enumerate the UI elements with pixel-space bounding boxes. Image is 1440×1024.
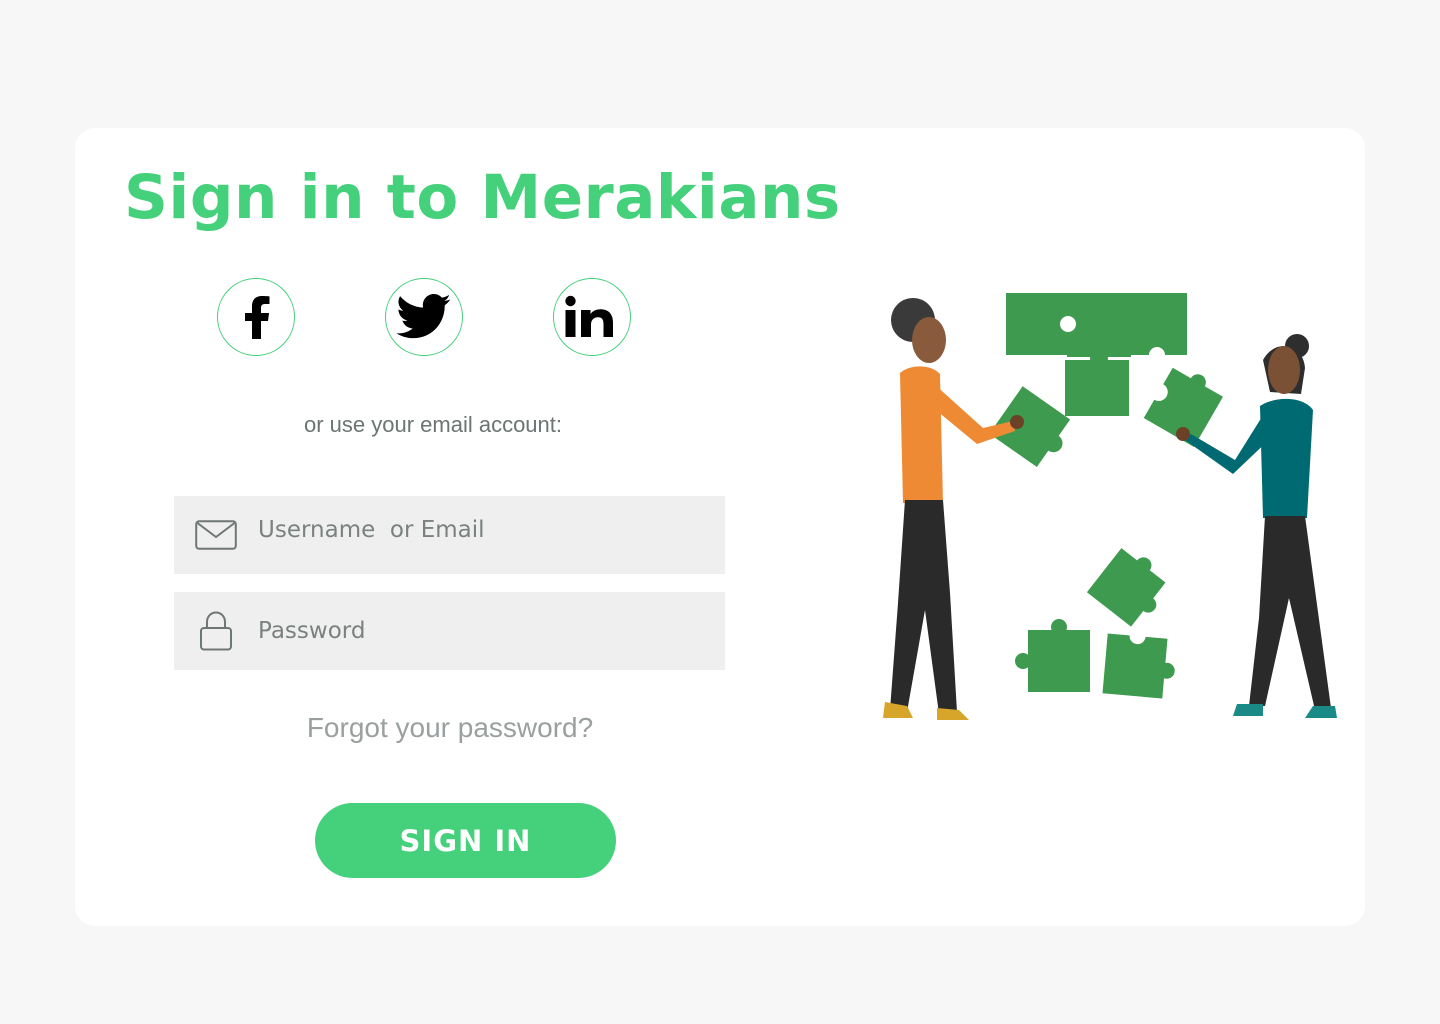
sign-in-button[interactable]: SIGN IN bbox=[315, 803, 616, 878]
linkedin-icon bbox=[565, 295, 613, 337]
username-input[interactable] bbox=[258, 500, 698, 560]
person-left bbox=[883, 298, 1024, 720]
people-assembling-puzzle-illustration bbox=[883, 293, 1337, 720]
puzzle-pieces-floor bbox=[1015, 548, 1175, 699]
facebook-icon bbox=[245, 296, 270, 339]
page-title: Sign in to Merakians bbox=[124, 162, 841, 233]
username-field[interactable] bbox=[174, 496, 725, 574]
password-input[interactable] bbox=[258, 601, 698, 661]
twitter-icon bbox=[396, 294, 451, 339]
password-field[interactable] bbox=[174, 592, 725, 670]
email-divider-text: or use your email account: bbox=[303, 412, 563, 437]
twitter-button[interactable] bbox=[385, 278, 463, 356]
mail-icon bbox=[174, 496, 258, 574]
signin-card: Sign in to Merakians or use your email a… bbox=[75, 128, 1365, 926]
linkedin-button[interactable] bbox=[553, 278, 631, 356]
forgot-password-link[interactable]: Forgot your password? bbox=[75, 712, 825, 744]
facebook-button[interactable] bbox=[217, 278, 295, 356]
lock-icon bbox=[174, 592, 258, 670]
